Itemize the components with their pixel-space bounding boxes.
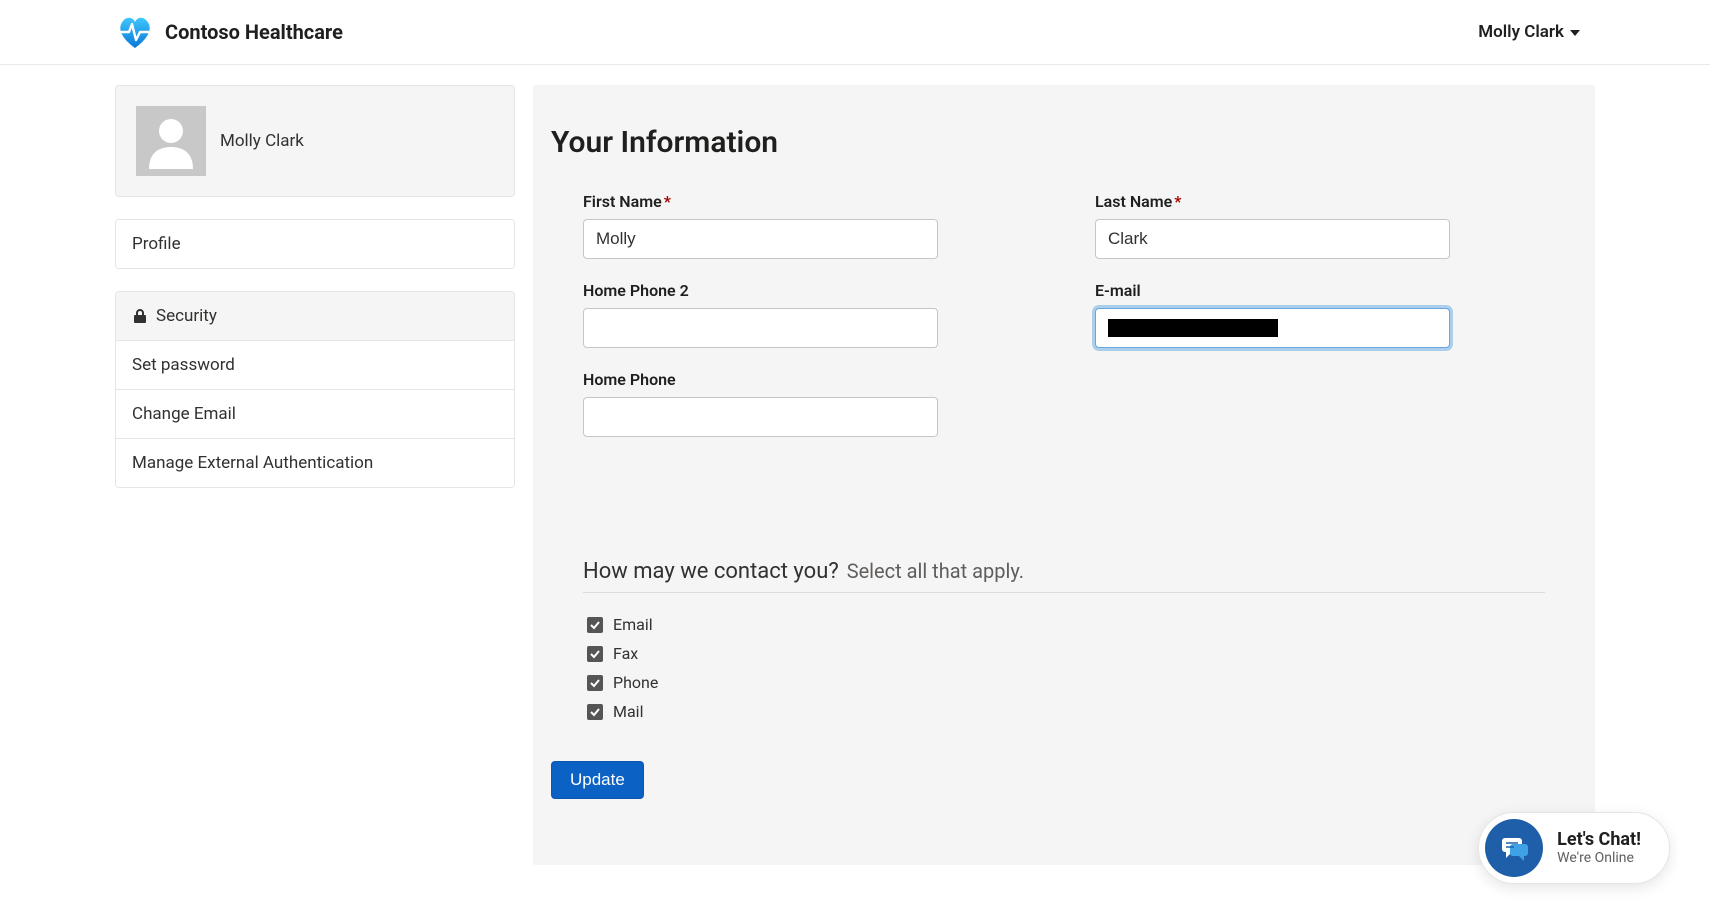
- page-body: Molly Clark Profile Security Set passwor…: [0, 65, 1710, 905]
- sidebar-item-set-password[interactable]: Set password: [116, 340, 514, 389]
- avatar-placeholder-icon: [141, 111, 201, 171]
- sidebar-item-label: Profile: [132, 234, 181, 254]
- required-asterisk: *: [1174, 192, 1181, 211]
- contact-checkbox-fax[interactable]: Fax: [587, 644, 1545, 663]
- user-menu-name: Molly Clark: [1478, 22, 1564, 42]
- main-panel: Your Information First Name* Home Phone …: [533, 85, 1595, 865]
- sidebar-nav-security: Security Set password Change Email Manag…: [115, 291, 515, 488]
- sidebar-item-change-email[interactable]: Change Email: [116, 389, 514, 438]
- contact-checkbox-list: Email Fax Phone Mail: [551, 593, 1577, 721]
- update-button[interactable]: Update: [551, 761, 644, 799]
- user-menu-dropdown[interactable]: Molly Clark: [1478, 22, 1580, 42]
- chat-status: We're Online: [1557, 850, 1641, 867]
- chat-text: Let's Chat! We're Online: [1557, 829, 1641, 867]
- checkbox-icon: [587, 675, 603, 691]
- sidebar-security-header: Security: [116, 292, 514, 340]
- email-input[interactable]: [1095, 308, 1450, 348]
- home-phone-input[interactable]: [583, 397, 938, 437]
- avatar: [136, 106, 206, 176]
- checkbox-label: Mail: [613, 702, 643, 721]
- label-email: E-mail: [1095, 281, 1545, 300]
- label-last-name: Last Name*: [1095, 192, 1545, 211]
- label-home-phone: Home Phone: [583, 370, 1033, 389]
- caret-down-icon: [1570, 30, 1580, 36]
- checkbox-label: Email: [613, 615, 653, 634]
- contact-subtext: Select all that apply.: [847, 559, 1024, 583]
- required-asterisk: *: [664, 192, 671, 211]
- sidebar-security-label: Security: [156, 306, 217, 326]
- app-header: Contoso Healthcare Molly Clark: [0, 0, 1710, 65]
- sidebar-item-label: Change Email: [132, 404, 236, 424]
- checkbox-icon: [587, 646, 603, 662]
- checkbox-label: Fax: [613, 644, 638, 663]
- contact-section-header: How may we contact you? Select all that …: [583, 559, 1545, 593]
- sidebar-item-label: Manage External Authentication: [132, 453, 373, 473]
- form-group-last-name: Last Name*: [1095, 192, 1545, 259]
- form-group-home-phone-2: Home Phone 2: [583, 281, 1033, 348]
- chat-icon: [1485, 819, 1543, 877]
- sidebar-item-label: Set password: [132, 355, 235, 375]
- first-name-input[interactable]: [583, 219, 938, 259]
- contact-checkbox-email[interactable]: Email: [587, 615, 1545, 634]
- label-home-phone-2: Home Phone 2: [583, 281, 1033, 300]
- checkbox-label: Phone: [613, 673, 658, 692]
- contact-checkbox-mail[interactable]: Mail: [587, 702, 1545, 721]
- checkbox-icon: [587, 704, 603, 720]
- contact-question: How may we contact you?: [583, 559, 839, 584]
- sidebar-user-name: Molly Clark: [220, 131, 304, 151]
- form-group-email: E-mail: [1095, 281, 1545, 348]
- redacted-email-value: [1108, 319, 1278, 337]
- chat-widget[interactable]: Let's Chat! We're Online: [1478, 812, 1670, 884]
- form-row-1: First Name* Home Phone 2 Home Phone Last…: [551, 192, 1577, 459]
- heart-logo-icon: [115, 12, 155, 52]
- last-name-input[interactable]: [1095, 219, 1450, 259]
- sidebar-item-profile[interactable]: Profile: [116, 220, 514, 268]
- sidebar-item-manage-external-auth[interactable]: Manage External Authentication: [116, 438, 514, 487]
- contact-checkbox-phone[interactable]: Phone: [587, 673, 1545, 692]
- page-title: Your Information: [551, 125, 1577, 160]
- chat-title: Let's Chat!: [1557, 829, 1641, 851]
- brand: Contoso Healthcare: [115, 12, 343, 52]
- brand-name: Contoso Healthcare: [165, 20, 343, 44]
- lock-icon: [132, 308, 148, 324]
- label-first-name: First Name*: [583, 192, 1033, 211]
- sidebar-user-card: Molly Clark: [115, 85, 515, 197]
- sidebar: Molly Clark Profile Security Set passwor…: [115, 85, 515, 510]
- form-group-first-name: First Name*: [583, 192, 1033, 259]
- form-group-home-phone: Home Phone: [583, 370, 1033, 437]
- home-phone-2-input[interactable]: [583, 308, 938, 348]
- sidebar-nav-general: Profile: [115, 219, 515, 269]
- checkbox-icon: [587, 617, 603, 633]
